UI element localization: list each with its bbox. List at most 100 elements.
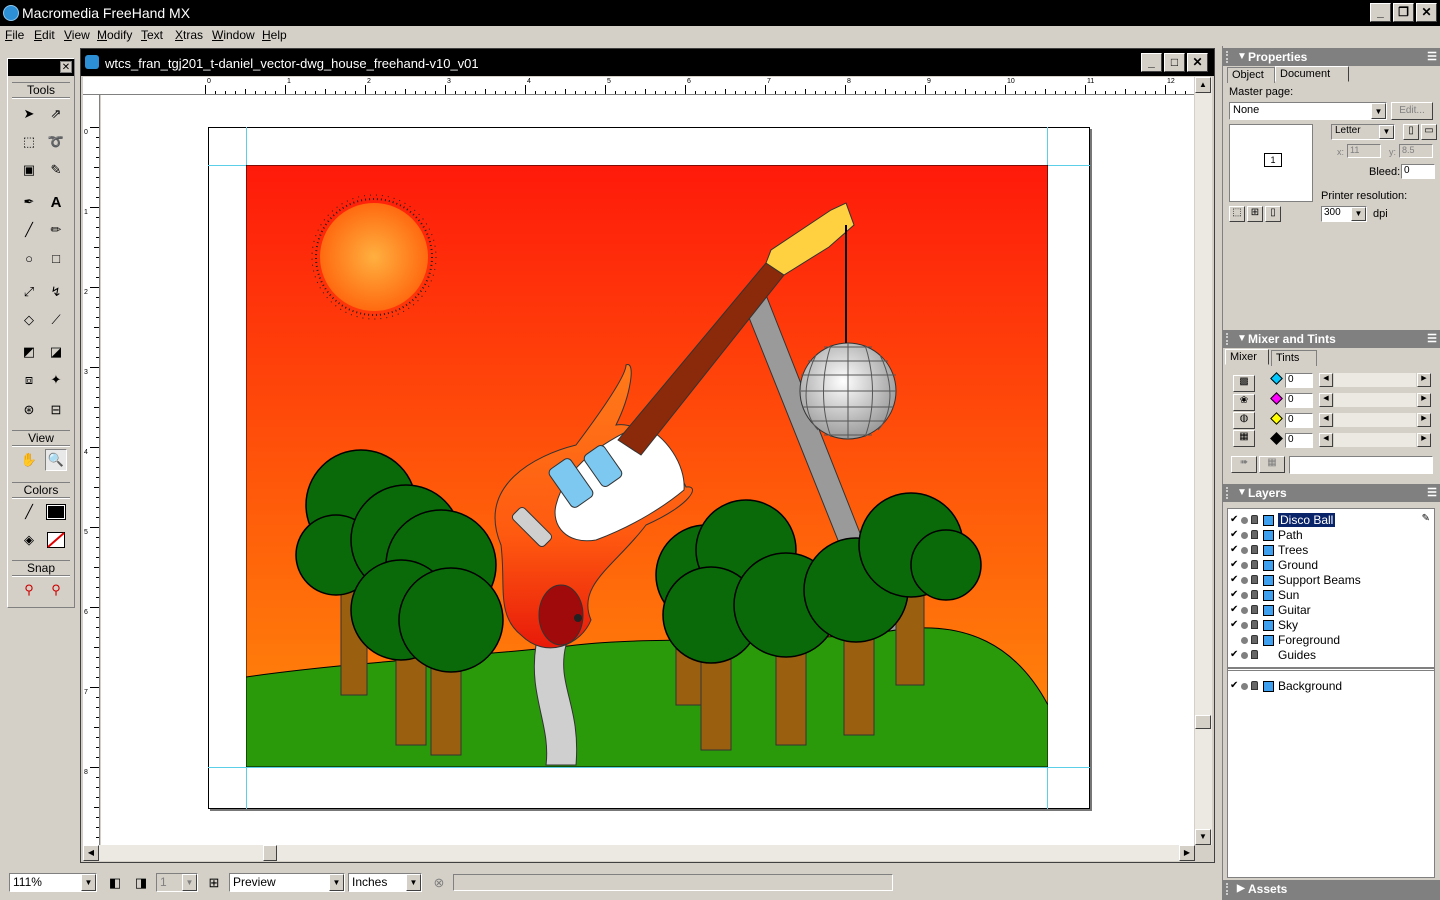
layer-color-swatch[interactable] <box>1263 590 1274 601</box>
chevron-down-icon[interactable]: ▼ <box>329 874 344 891</box>
tab-mixer[interactable]: Mixer <box>1225 349 1269 365</box>
layer-visible-check-icon[interactable]: ✔ <box>1230 680 1238 691</box>
link-tool-icon[interactable]: ⊛ <box>18 399 40 421</box>
units-select[interactable]: Inches ▼ <box>348 873 422 892</box>
menu-view[interactable]: View <box>64 28 90 42</box>
blend-tool-icon[interactable]: ✦ <box>45 369 67 391</box>
page-size-select[interactable]: Letter ▼ <box>1331 124 1395 140</box>
extrude-tool-icon[interactable]: ◩ <box>18 341 40 363</box>
page-thumbnail[interactable]: 1 <box>1264 153 1282 167</box>
chevron-down-icon[interactable]: ▼ <box>406 874 421 891</box>
layer-visible-check-icon[interactable]: ✔ <box>1230 529 1238 540</box>
layer-row[interactable]: ✔ Path <box>1228 528 1434 543</box>
black-slider[interactable] <box>1334 433 1416 447</box>
layer-color-swatch[interactable] <box>1263 605 1274 616</box>
restore-button[interactable]: ❐ <box>1393 3 1414 22</box>
doc-close-button[interactable]: ✕ <box>1187 53 1208 72</box>
decrease-icon[interactable]: ◀ <box>1319 433 1333 447</box>
layer-preview-dot-icon[interactable] <box>1241 562 1248 569</box>
yellow-slider[interactable] <box>1334 413 1416 427</box>
layer-lock-icon[interactable] <box>1251 590 1258 599</box>
trace-tool-icon[interactable]: ▣ <box>18 159 40 181</box>
layer-visible-check-icon[interactable]: ✔ <box>1230 604 1238 615</box>
magenta-field[interactable]: 0 <box>1285 393 1313 408</box>
edit-master-button[interactable]: Edit... <box>1391 102 1433 120</box>
chevron-down-icon[interactable]: ▼ <box>1379 125 1394 139</box>
landscape-icon[interactable]: ▭ <box>1421 124 1437 140</box>
layer-visible-check-icon[interactable]: ✔ <box>1230 559 1238 570</box>
increase-icon[interactable]: ▶ <box>1417 393 1431 407</box>
layers-panel-header[interactable]: ▼ Layers ☰ <box>1223 484 1440 502</box>
layer-lock-icon[interactable] <box>1251 545 1258 554</box>
layer-preview-dot-icon[interactable] <box>1241 577 1248 584</box>
chevron-down-icon[interactable]: ▼ <box>81 874 96 891</box>
layer-row[interactable]: ✔ Ground <box>1228 558 1434 573</box>
minimize-button[interactable]: _ <box>1370 3 1391 22</box>
eyedropper-tool-icon[interactable]: ✎ <box>45 159 67 181</box>
layer-row[interactable]: Foreground <box>1228 633 1434 648</box>
view-mode-select[interactable]: Preview ▼ <box>229 873 345 892</box>
panel-menu-icon[interactable]: ☰ <box>1427 486 1437 499</box>
decrease-icon[interactable]: ◀ <box>1319 393 1333 407</box>
layer-lock-icon[interactable] <box>1251 530 1258 539</box>
layer-color-swatch[interactable] <box>1263 575 1274 586</box>
grip-icon[interactable] <box>1226 487 1230 499</box>
scroll-left-button[interactable]: ◀ <box>83 845 99 861</box>
tint-grid-icon[interactable]: ▦ <box>1259 456 1285 473</box>
guide-line[interactable] <box>208 767 1090 768</box>
layer-color-swatch[interactable] <box>1263 515 1274 526</box>
lasso-tool-icon[interactable]: ➰ <box>45 131 67 153</box>
layer-preview-dot-icon[interactable] <box>1241 652 1248 659</box>
increase-icon[interactable]: ▶ <box>1417 433 1431 447</box>
page-tool-mode-icon[interactable]: ⬚ <box>1229 206 1245 222</box>
layer-visible-check-icon[interactable]: ✔ <box>1230 544 1238 555</box>
collapse-triangle-icon[interactable]: ▼ <box>1237 333 1247 344</box>
layer-preview-dot-icon[interactable] <box>1241 607 1248 614</box>
layer-visible-check-icon[interactable]: ✔ <box>1230 589 1238 600</box>
ellipse-tool-icon[interactable]: ○ <box>18 247 40 269</box>
tab-document[interactable]: Document <box>1275 66 1349 82</box>
menu-text[interactable]: Text <box>141 28 163 42</box>
rectangle-tool-icon[interactable]: □ <box>45 247 67 269</box>
cyan-slider[interactable] <box>1334 373 1416 387</box>
layer-preview-dot-icon[interactable] <box>1241 622 1248 629</box>
vertical-scroll-thumb[interactable] <box>1195 715 1211 729</box>
increase-icon[interactable]: ▶ <box>1417 373 1431 387</box>
drawing-canvas[interactable] <box>101 95 1194 845</box>
menu-window[interactable]: Window <box>212 28 255 42</box>
scroll-up-button[interactable]: ▲ <box>1195 77 1211 93</box>
cancel-render-icon[interactable]: ⊗ <box>428 872 450 894</box>
chevron-down-icon[interactable]: ▼ <box>182 874 197 891</box>
horizontal-ruler[interactable]: 0 1 2 3 4 5 6 7 8 9 10 11 12 <box>99 77 1194 95</box>
previous-page-icon[interactable]: ◧ <box>104 872 126 894</box>
perspective-tool-icon[interactable]: ◪ <box>45 341 67 363</box>
layer-color-swatch[interactable] <box>1263 635 1274 646</box>
knife-tool-icon[interactable]: ⟋ <box>45 309 67 331</box>
layer-visible-check-icon[interactable]: ✔ <box>1230 514 1238 525</box>
layer-color-swatch[interactable] <box>1263 620 1274 631</box>
layer-visible-check-icon[interactable]: ✔ <box>1230 649 1238 660</box>
menu-xtras[interactable]: Xtras <box>175 28 203 42</box>
panel-menu-icon[interactable]: ☰ <box>1427 332 1437 345</box>
layer-preview-dot-icon[interactable] <box>1241 547 1248 554</box>
layer-lock-icon[interactable] <box>1251 635 1258 644</box>
layer-row[interactable]: ✔ Trees <box>1228 543 1434 558</box>
envelope-tool-icon[interactable]: ⧈ <box>18 369 40 391</box>
vertical-ruler[interactable]: 0 1 2 3 4 5 6 7 8 <box>83 95 100 845</box>
menu-help[interactable]: Help <box>262 28 287 42</box>
layers-list[interactable]: ✔ Disco Ball ✎ ✔ Path ✔ Trees ✔ Ground ✔ Support B… <box>1227 508 1435 878</box>
layer-lock-icon[interactable] <box>1251 515 1258 524</box>
layer-lock-icon[interactable] <box>1251 575 1258 584</box>
freeform-tool-icon[interactable]: ↯ <box>45 281 67 303</box>
hand-tool-icon[interactable]: ✋ <box>18 449 40 471</box>
collapse-triangle-icon[interactable]: ▼ <box>1237 487 1247 498</box>
artwork[interactable] <box>246 165 1048 767</box>
scale-tool-icon[interactable]: ⤢ <box>18 281 40 303</box>
tools-panel-header[interactable]: ✕ <box>8 59 74 76</box>
grip-icon[interactable] <box>1226 883 1230 895</box>
layer-row[interactable]: ✔ Sun <box>1228 588 1434 603</box>
scroll-right-button[interactable]: ▶ <box>1179 845 1195 861</box>
page-thumbnail-area[interactable]: 1 <box>1229 124 1313 202</box>
horizontal-scroll-thumb[interactable] <box>263 845 277 861</box>
add-page-icon[interactable]: ⊞ <box>203 872 225 894</box>
